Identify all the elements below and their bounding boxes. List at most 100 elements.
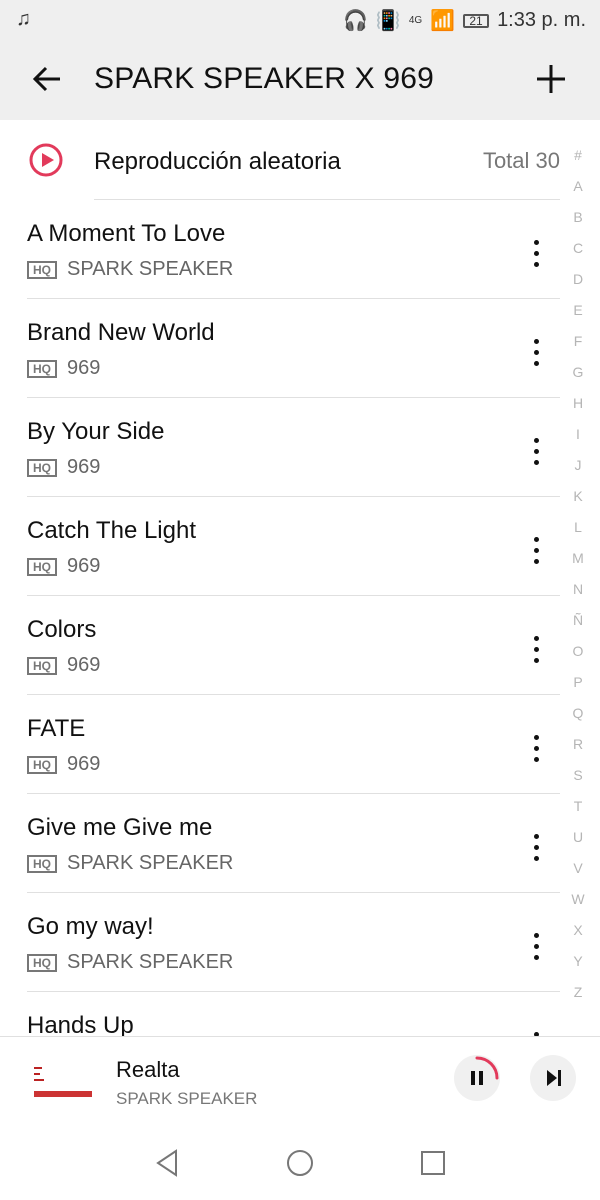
song-list-area: Reproducción aleatoria Total 30 A Moment… <box>0 120 600 1036</box>
index-letter[interactable]: P <box>573 667 582 698</box>
more-options-icon[interactable] <box>524 729 548 762</box>
index-letter[interactable]: X <box>573 915 582 946</box>
more-options-icon[interactable] <box>524 1026 548 1036</box>
song-title: Go my way! <box>27 913 154 940</box>
battery-icon: 21 <box>463 13 490 28</box>
back-icon[interactable] <box>150 1146 184 1180</box>
next-button[interactable] <box>530 1055 576 1101</box>
song-title: By Your Side <box>27 418 165 445</box>
album-art <box>30 1057 96 1102</box>
battery-level: 21 <box>469 13 483 28</box>
list-item[interactable]: Brand New World HQ 969 <box>27 299 560 398</box>
index-letter[interactable]: M <box>572 543 584 574</box>
now-playing-artist: SPARK SPEAKER <box>116 1089 258 1108</box>
add-icon[interactable] <box>534 62 568 96</box>
list-item[interactable]: Colors HQ 969 <box>27 596 560 695</box>
shuffle-play-row[interactable]: Reproducción aleatoria Total 30 <box>0 120 560 200</box>
list-item[interactable]: A Moment To Love HQ SPARK SPEAKER <box>27 200 560 299</box>
index-letter[interactable]: S <box>573 760 582 791</box>
song-meta: HQ 969 <box>27 753 100 776</box>
index-letter[interactable]: I <box>576 419 580 450</box>
list-item[interactable]: FATE HQ 969 <box>27 695 560 794</box>
song-artist: SPARK SPEAKER <box>67 951 234 973</box>
hq-badge: HQ <box>27 557 57 576</box>
shuffle-play-icon <box>29 143 63 177</box>
index-letter[interactable]: Ñ <box>573 605 583 636</box>
index-letter[interactable]: J <box>575 450 582 481</box>
song-artist: 969 <box>67 753 101 775</box>
index-letter[interactable]: A <box>573 171 582 202</box>
hq-badge: HQ <box>27 359 57 378</box>
index-letter[interactable]: L <box>574 512 582 543</box>
song-meta: HQ 969 <box>27 555 100 578</box>
page-title: SPARK SPEAKER X 969 <box>94 62 435 95</box>
alphabet-index[interactable]: # A B C D E F G H I J K L M N Ñ O P Q R … <box>564 140 592 1008</box>
more-options-icon[interactable] <box>524 630 548 663</box>
song-title: Colors <box>27 616 97 643</box>
recents-icon[interactable] <box>416 1146 450 1180</box>
song-title: A Moment To Love <box>27 220 226 247</box>
list-item[interactable]: Hands Up HQ <box>27 992 560 1036</box>
song-artist: 969 <box>67 654 101 676</box>
song-title: Give me Give me <box>27 814 213 841</box>
index-letter[interactable]: O <box>573 636 584 667</box>
index-letter[interactable]: K <box>573 481 582 512</box>
vibrate-icon: 📳 <box>375 10 401 32</box>
now-playing-title: Realta <box>116 1057 180 1082</box>
list-item[interactable]: Catch The Light HQ 969 <box>27 497 560 596</box>
system-nav-bar <box>0 1126 600 1200</box>
total-count: Total 30 <box>482 148 560 173</box>
back-arrow-icon[interactable] <box>30 62 64 96</box>
song-title: Hands Up <box>27 1012 134 1036</box>
next-icon <box>547 1070 561 1086</box>
now-playing-bar[interactable]: Realta SPARK SPEAKER <box>0 1036 600 1127</box>
index-letter[interactable]: Y <box>573 946 582 977</box>
song-meta: HQ SPARK SPEAKER <box>27 951 233 974</box>
more-options-icon[interactable] <box>524 927 548 960</box>
list-item[interactable]: By Your Side HQ 969 <box>27 398 560 497</box>
song-artist: 969 <box>67 456 101 478</box>
index-letter[interactable]: C <box>573 233 583 264</box>
clock: 1:33 p. m. <box>497 9 586 31</box>
pause-icon <box>471 1056 499 1085</box>
shuffle-label: Reproducción aleatoria <box>94 148 341 175</box>
song-meta: HQ SPARK SPEAKER <box>27 852 233 875</box>
more-options-icon[interactable] <box>524 432 548 465</box>
index-letter[interactable]: U <box>573 822 583 853</box>
song-title: FATE <box>27 715 86 742</box>
index-letter[interactable]: Q <box>573 698 584 729</box>
song-title: Brand New World <box>27 319 215 346</box>
index-letter[interactable]: G <box>573 357 584 388</box>
hq-badge: HQ <box>27 260 57 279</box>
index-letter[interactable]: W <box>571 884 584 915</box>
hq-badge: HQ <box>27 458 57 477</box>
app-header: SPARK SPEAKER X 969 <box>0 40 600 120</box>
status-icons: 🎧 📳 4G 📶 21 1:33 p. m. <box>343 8 586 33</box>
index-letter[interactable]: V <box>573 853 582 884</box>
index-letter[interactable]: D <box>573 264 583 295</box>
pause-button[interactable] <box>454 1055 500 1101</box>
index-letter[interactable]: B <box>573 202 582 233</box>
hq-badge: HQ <box>27 854 57 873</box>
index-letter[interactable]: H <box>573 388 583 419</box>
index-letter[interactable]: R <box>573 729 583 760</box>
index-letter[interactable]: T <box>574 791 583 822</box>
index-letter[interactable]: # <box>574 140 582 171</box>
list-item[interactable]: Go my way! HQ SPARK SPEAKER <box>27 893 560 992</box>
home-icon[interactable] <box>283 1146 317 1180</box>
index-letter[interactable]: F <box>574 326 583 357</box>
song-artist: SPARK SPEAKER <box>67 852 234 874</box>
hq-badge: HQ <box>27 656 57 675</box>
song-artist: SPARK SPEAKER <box>67 258 234 280</box>
hq-badge: HQ <box>27 755 57 774</box>
list-item[interactable]: Give me Give me HQ SPARK SPEAKER <box>27 794 560 893</box>
index-letter[interactable]: N <box>573 574 583 605</box>
more-options-icon[interactable] <box>524 333 548 366</box>
more-options-icon[interactable] <box>524 828 548 861</box>
headphones-icon: 🎧 <box>343 10 368 32</box>
index-letter[interactable]: Z <box>574 977 583 1008</box>
more-options-icon[interactable] <box>524 531 548 564</box>
song-meta: HQ 969 <box>27 654 100 677</box>
index-letter[interactable]: E <box>573 295 582 326</box>
more-options-icon[interactable] <box>524 234 548 267</box>
